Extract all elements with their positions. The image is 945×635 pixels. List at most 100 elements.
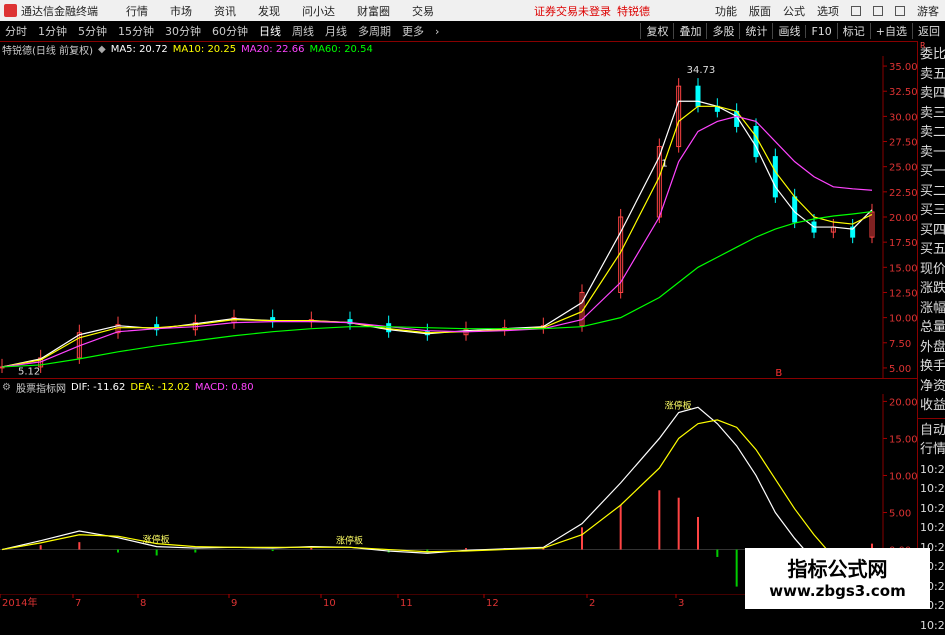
main-pane-header: 特锐德(日线 前复权) ◆ MA5: 20.72 MA10: 20.25 MA2… <box>0 42 378 56</box>
panel-tab-0[interactable]: 自动 <box>918 421 945 441</box>
close-icon[interactable] <box>895 6 905 16</box>
period-toolbar: 分时 1分钟 5分钟 15分钟 30分钟 60分钟 日线 周线 月线 多周期 更… <box>0 21 945 42</box>
period-tab-5min[interactable]: 5分钟 <box>78 23 107 39</box>
panel-item-15[interactable]: 外盘 <box>918 338 945 358</box>
y-tick-label: 35.00 <box>889 62 917 73</box>
period-tab-daily[interactable]: 日线 <box>259 23 281 39</box>
low-price-label: 5.12 <box>18 367 40 378</box>
macd-y-tick-label: 5.00 <box>889 509 911 520</box>
menu-item-news[interactable]: 资讯 <box>214 3 236 19</box>
period-tab-1min[interactable]: 1分钟 <box>38 23 67 39</box>
panel-item-18[interactable]: 收益 <box>918 396 945 416</box>
period-tab-monthly[interactable]: 月线 <box>325 23 347 39</box>
menu-layout[interactable]: 版面 <box>749 3 771 19</box>
macd-y-tick-label: 10.00 <box>889 471 917 482</box>
panel-item-9[interactable]: 买四 <box>918 221 945 241</box>
menu-item-market[interactable]: 市场 <box>170 3 192 19</box>
y-tick-label: 17.50 <box>889 238 917 249</box>
tool-multi-stock-button[interactable]: 多股 <box>706 23 739 39</box>
y-tick-label: 15.00 <box>889 263 917 274</box>
minimize-icon[interactable] <box>851 6 861 16</box>
period-tab-intraday[interactable]: 分时 <box>5 23 27 39</box>
menu-item-trade[interactable]: 交易 <box>412 3 434 19</box>
panel-item-1[interactable]: 卖五 <box>918 65 945 85</box>
macd-label: MACD: 0.80 <box>195 382 254 393</box>
chart-tools: 复权 叠加 多股 统计 画线 F10 标记 +自选 返回 <box>640 21 945 41</box>
candle-body <box>773 157 777 197</box>
panel-item-13[interactable]: 涨幅 <box>918 299 945 319</box>
candle-body <box>387 324 391 332</box>
panel-item-5[interactable]: 卖一 <box>918 143 945 163</box>
menu-item-ask[interactable]: 问小达 <box>302 3 335 19</box>
panel-r-marker: R <box>920 41 926 50</box>
panel-item-6[interactable]: 买一 <box>918 162 945 182</box>
settings-gear-icon[interactable]: ⚙ <box>2 382 11 393</box>
x-tick-label: 10 <box>323 598 336 609</box>
period-tab-30min[interactable]: 30分钟 <box>165 23 201 39</box>
app-logo-icon <box>4 4 17 17</box>
x-tick-label: 7 <box>75 598 81 609</box>
sub-pane-title: 股票指标网 <box>16 380 66 395</box>
y-tick-label: 7.50 <box>889 339 911 350</box>
ma-line-ma20 <box>2 116 872 367</box>
panel-item-2[interactable]: 卖四 <box>918 84 945 104</box>
panel-item-14[interactable]: 总量 <box>918 318 945 338</box>
menu-bar: 通达信金融终端 行情 市场 资讯 发现 问小达 财富圈 交易 证券交易未登录 特… <box>0 0 945 22</box>
tool-mark-button[interactable]: 标记 <box>837 23 870 39</box>
panel-item-10[interactable]: 买五 <box>918 240 945 260</box>
panel-tab-1[interactable]: 行情 <box>918 440 945 460</box>
panel-item-17[interactable]: 净资 <box>918 377 945 397</box>
dea-line <box>2 420 872 594</box>
panel-item-12[interactable]: 涨跌 <box>918 279 945 299</box>
tool-watchlist-button[interactable]: +自选 <box>870 23 912 39</box>
x-tick-label: 2014年 <box>2 596 37 609</box>
panel-item-16[interactable]: 换手 <box>918 357 945 377</box>
period-tab-15min[interactable]: 15分钟 <box>118 23 154 39</box>
y-tick-label: 25.00 <box>889 163 917 174</box>
menu-options[interactable]: 选项 <box>817 3 839 19</box>
marker-b: B <box>775 368 782 378</box>
panel-item-3[interactable]: 卖三 <box>918 104 945 124</box>
y-tick-label: 30.00 <box>889 112 917 123</box>
menu-functions[interactable]: 功能 <box>715 3 737 19</box>
macd-annotation: 涨停板 <box>143 534 170 546</box>
period-tab-weekly[interactable]: 周线 <box>292 23 314 39</box>
x-tick-label: 12 <box>486 598 499 609</box>
tool-adjust-button[interactable]: 复权 <box>640 23 673 39</box>
tool-overlay-button[interactable]: 叠加 <box>673 23 706 39</box>
more-chevron-icon[interactable]: › <box>435 25 439 38</box>
tool-back-button[interactable]: 返回 <box>912 23 945 39</box>
watermark-title: 指标公式网 <box>745 553 930 582</box>
panel-item-4[interactable]: 卖二 <box>918 123 945 143</box>
x-tick-label: 8 <box>140 598 146 609</box>
tool-stats-button[interactable]: 统计 <box>739 23 772 39</box>
panel-item-7[interactable]: 买二 <box>918 182 945 202</box>
stock-name-top: 特锐德 <box>617 3 650 19</box>
menu-formula[interactable]: 公式 <box>783 3 805 19</box>
tool-f10-button[interactable]: F10 <box>805 25 836 38</box>
menu-item-discover[interactable]: 发现 <box>258 3 280 19</box>
period-tab-more[interactable]: 更多 <box>402 23 424 39</box>
maximize-icon[interactable] <box>873 6 883 16</box>
watermark-url: www.zbgs3.com <box>745 582 930 600</box>
macd-annotation: 涨停板 <box>665 400 692 412</box>
ma60-label: MA60: 20.54 <box>309 44 372 55</box>
menu-item-quotes[interactable]: 行情 <box>126 3 148 19</box>
tick-time-1: 10:26 <box>918 479 945 499</box>
guest-label[interactable]: 游客 <box>917 3 939 19</box>
y-tick-label: 22.50 <box>889 188 917 199</box>
sub-pane-header: ⚙ 股票指标网 DIF: -11.62 DEA: -12.02 MACD: 0.… <box>0 380 259 394</box>
quote-side-panel: R 委比卖五卖四卖三卖二卖一买一买二买三买四买五现价涨跌涨幅总量外盘换手净资收益… <box>917 41 945 609</box>
panel-item-8[interactable]: 买三 <box>918 201 945 221</box>
panel-item-11[interactable]: 现价 <box>918 260 945 280</box>
y-tick-label: 27.50 <box>889 138 917 149</box>
login-warning[interactable]: 证券交易未登录 <box>534 3 611 19</box>
macd-y-tick-label: 15.00 <box>889 434 917 445</box>
tool-draw-button[interactable]: 画线 <box>772 23 805 39</box>
collapse-icon[interactable]: ◆ <box>98 44 106 55</box>
candlestick-chart[interactable]: 35.0032.5030.0027.5025.0022.5020.0017.50… <box>0 56 917 378</box>
period-tab-60min[interactable]: 60分钟 <box>212 23 248 39</box>
main-pane-title: 特锐德(日线 前复权) <box>2 42 93 57</box>
period-tab-multi[interactable]: 多周期 <box>358 23 391 39</box>
menu-item-wealth[interactable]: 财富圈 <box>357 3 390 19</box>
